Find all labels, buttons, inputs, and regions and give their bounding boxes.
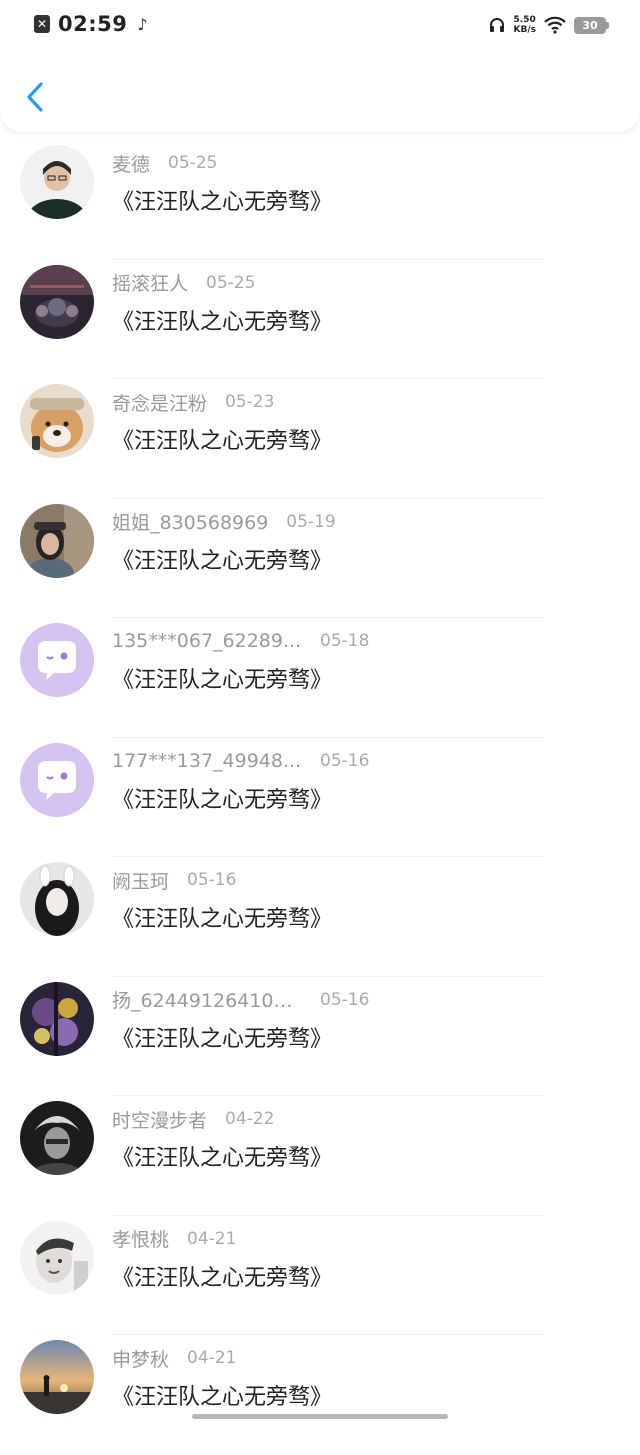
comment-list: 麦德 05-25 《汪汪队之心无旁骛》 摇滚狂人 05-25 《汪汪队之心无旁骛… [0, 140, 640, 1455]
item-title: 《汪汪队之心无旁骛》 [112, 668, 333, 693]
top-bar: ✕ 02:59 ♪ 5.50 KB/s 30 [0, 0, 640, 132]
list-item[interactable]: 姐姐_830568969 05-19 《汪汪队之心无旁骛》 [0, 499, 640, 618]
user-name[interactable]: 177***137_49948... [112, 750, 302, 772]
user-name[interactable]: 阙玉珂 [112, 867, 169, 894]
item-title: 《汪汪队之心无旁骛》 [112, 1026, 333, 1052]
list-item[interactable]: 奇念是汪粉 05-23 《汪汪队之心无旁骛》 [0, 379, 640, 499]
post-date: 05-16 [320, 750, 370, 771]
post-date: 05-18 [320, 631, 370, 651]
user-name[interactable]: 奇念是汪粉 [112, 389, 207, 416]
list-item[interactable]: 摇滚狂人 05-25 《汪汪队之心无旁骛》 [0, 260, 640, 379]
item-title: 《汪汪队之心无旁骛》 [112, 190, 333, 215]
status-bar: ✕ 02:59 ♪ 5.50 KB/s 30 [0, 0, 640, 48]
avatar[interactable] [20, 1101, 94, 1175]
avatar[interactable] [20, 623, 94, 697]
list-item[interactable]: 阙玉珂 05-16 《汪汪队之心无旁骛》 [0, 857, 640, 977]
item-title: 《汪汪队之心无旁骛》 [112, 309, 333, 335]
user-name[interactable]: 扬_624491264103... [112, 986, 302, 1013]
chevron-left-icon [27, 82, 43, 112]
network-speed: 5.50 KB/s [513, 15, 536, 35]
status-time: 02:59 [58, 12, 128, 36]
avatar[interactable] [20, 742, 94, 817]
avatar[interactable] [20, 145, 94, 219]
wifi-icon [544, 16, 566, 34]
user-name[interactable]: 时空漫步者 [112, 1106, 207, 1133]
post-date: 05-19 [286, 511, 336, 532]
avatar[interactable] [20, 264, 94, 339]
post-date: 04-21 [187, 1348, 237, 1368]
list-item[interactable]: 麦德 05-25 《汪汪队之心无旁骛》 [0, 140, 640, 260]
user-name[interactable]: 麦德 [112, 150, 150, 177]
user-name[interactable]: 135***067_62289... [112, 630, 302, 652]
item-title: 《汪汪队之心无旁骛》 [112, 787, 333, 813]
avatar[interactable] [20, 862, 94, 936]
user-name[interactable]: 姐姐_830568969 [112, 508, 268, 535]
post-date: 05-23 [225, 392, 275, 412]
headphone-icon [489, 18, 504, 32]
post-date: 04-21 [187, 1228, 237, 1249]
list-item[interactable]: 时空漫步者 04-22 《汪汪队之心无旁骛》 [0, 1096, 640, 1216]
avatar[interactable] [20, 1340, 94, 1414]
list-item[interactable]: 177***137_49948... 05-16 《汪汪队之心无旁骛》 [0, 738, 640, 857]
post-date: 05-16 [187, 870, 237, 890]
post-date: 04-22 [225, 1109, 275, 1129]
avatar[interactable] [20, 384, 94, 458]
avatar[interactable] [20, 981, 94, 1056]
item-title: 《汪汪队之心无旁骛》 [112, 1385, 333, 1410]
user-name[interactable]: 摇滚狂人 [112, 269, 188, 296]
close-box-icon: ✕ [34, 15, 50, 33]
item-title: 《汪汪队之心无旁骛》 [112, 548, 333, 574]
avatar[interactable] [20, 1220, 94, 1295]
battery-icon: 30 [574, 16, 609, 34]
post-date: 05-25 [206, 272, 256, 293]
item-title: 《汪汪队之心无旁骛》 [112, 429, 333, 454]
home-indicator[interactable] [192, 1414, 448, 1419]
user-name[interactable]: 孝恨桃 [112, 1225, 169, 1252]
user-name[interactable]: 申梦秋 [112, 1345, 169, 1372]
item-title: 《汪汪队之心无旁骛》 [112, 1265, 333, 1291]
list-item[interactable]: 135***067_62289... 05-18 《汪汪队之心无旁骛》 [0, 618, 640, 738]
avatar[interactable] [20, 503, 94, 578]
list-item[interactable]: 扬_624491264103... 05-16 《汪汪队之心无旁骛》 [0, 977, 640, 1096]
music-note-icon: ♪ [137, 14, 148, 34]
post-date: 05-25 [168, 153, 218, 173]
item-title: 《汪汪队之心无旁骛》 [112, 1146, 333, 1171]
list-item[interactable]: 申梦秋 04-21 《汪汪队之心无旁骛》 [0, 1335, 640, 1455]
item-title: 《汪汪队之心无旁骛》 [112, 907, 333, 932]
list-item[interactable]: 孝恨桃 04-21 《汪汪队之心无旁骛》 [0, 1216, 640, 1335]
post-date: 05-16 [320, 989, 370, 1010]
back-button[interactable] [18, 78, 52, 116]
